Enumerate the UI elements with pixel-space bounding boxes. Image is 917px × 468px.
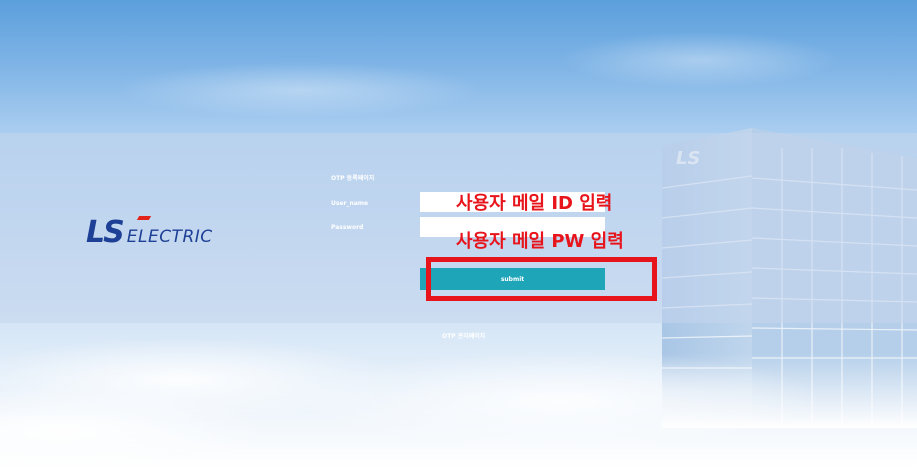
username-label: User_name: [331, 200, 369, 207]
page-title: OTP 등록페이지: [331, 175, 375, 182]
ls-electric-logo: LS ELECTRIC: [86, 215, 213, 250]
logo-electric-text: ELECTRIC: [126, 227, 213, 247]
logo-red-mark: [136, 216, 152, 220]
submit-highlight-box: [426, 257, 657, 301]
otp-admin-link[interactable]: OTP 관리페이지: [442, 331, 485, 340]
password-label: Password: [331, 224, 364, 231]
background-clouds-top: [0, 20, 917, 130]
annotation-pw-hint: 사용자 메일 PW 입력: [456, 231, 624, 252]
background-clouds-bottom: [0, 330, 917, 468]
annotation-id-hint: 사용자 메일 ID 입력: [456, 193, 613, 214]
logo-ls-text: LS: [86, 215, 125, 250]
